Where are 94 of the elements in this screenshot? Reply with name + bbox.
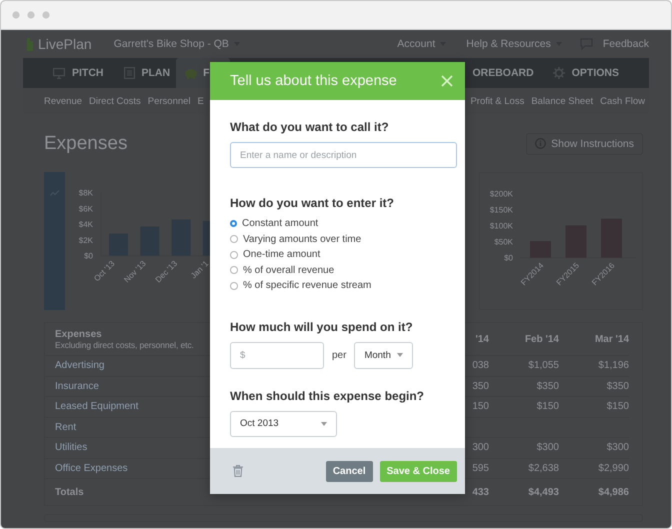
question-label: When should this expense begin? bbox=[230, 388, 424, 402]
y-tick-label: $0 bbox=[504, 254, 514, 263]
y-tick-label: $4K bbox=[78, 220, 94, 230]
radio-button[interactable] bbox=[230, 282, 238, 290]
table-cell: $1,196 bbox=[598, 360, 629, 372]
column-header: Feb '14 bbox=[524, 334, 559, 344]
radio-option[interactable]: Varying amounts over time bbox=[230, 232, 372, 247]
table-cell: $2,990 bbox=[598, 462, 629, 474]
table-cell: 150 bbox=[472, 401, 489, 412]
subnav-link[interactable]: Direct Costs bbox=[89, 96, 141, 107]
window-buttons-icon bbox=[12, 11, 50, 19]
save-close-button[interactable]: Save & Close bbox=[380, 460, 457, 482]
radio-button[interactable] bbox=[230, 250, 238, 259]
amount-input[interactable]: $ bbox=[230, 342, 324, 368]
gear-icon bbox=[552, 67, 565, 79]
radio-button[interactable] bbox=[230, 220, 237, 228]
monitor-icon bbox=[53, 68, 65, 78]
info-icon bbox=[535, 138, 546, 149]
top-menu[interactable]: Help & Resources bbox=[466, 38, 562, 50]
cancel-button[interactable]: Cancel bbox=[326, 460, 373, 482]
per-label: per bbox=[332, 350, 346, 360]
show-instructions-button[interactable]: Show Instructions bbox=[526, 132, 643, 154]
expense-link[interactable]: Rent bbox=[55, 422, 76, 433]
table-cell: $150 bbox=[536, 401, 559, 412]
question-label: What do you want to call it? bbox=[230, 120, 389, 134]
y-tick-label: $150K bbox=[490, 206, 514, 215]
y-tick-label: $100K bbox=[490, 222, 514, 231]
nav-tab[interactable]: PITCH bbox=[43, 58, 114, 88]
page-title: Expenses bbox=[44, 132, 128, 154]
logo-icon bbox=[26, 36, 34, 52]
x-axis-label: Dec '13 bbox=[154, 259, 180, 284]
caret-icon bbox=[397, 353, 404, 357]
table-cell: $4,986 bbox=[598, 486, 629, 498]
total-label: Totals bbox=[55, 486, 84, 498]
dialog-title: Tell us about this expense bbox=[230, 73, 398, 89]
question-label: How do you want to enter it? bbox=[230, 196, 394, 210]
x-axis-label: Jan '1 bbox=[189, 259, 210, 280]
x-axis-label: Nov '13 bbox=[122, 259, 148, 284]
name-input[interactable]: Enter a name or description bbox=[230, 142, 457, 168]
radio-button[interactable] bbox=[230, 235, 238, 244]
trash-icon bbox=[233, 465, 243, 477]
close-icon bbox=[441, 75, 453, 87]
caret-icon bbox=[321, 422, 327, 426]
expense-link[interactable]: Insurance bbox=[55, 380, 99, 392]
expense-link[interactable]: Utilities bbox=[55, 442, 88, 454]
column-header: '14 bbox=[475, 334, 489, 344]
list-icon bbox=[124, 67, 134, 79]
table-cell: $300 bbox=[606, 442, 629, 454]
subnav-link[interactable]: Profit & Loss bbox=[470, 96, 524, 107]
radio-option[interactable]: Constant amount bbox=[230, 216, 372, 232]
table-cell: 300 bbox=[472, 442, 489, 454]
table-cell: $1,055 bbox=[528, 360, 559, 372]
y-tick-label: $2K bbox=[78, 236, 94, 245]
subnav-link[interactable]: Balance Sheet bbox=[531, 96, 594, 107]
table-cell: $350 bbox=[606, 380, 629, 392]
expense-link[interactable]: Leased Equipment bbox=[55, 401, 138, 412]
y-tick-label: $0 bbox=[84, 252, 94, 261]
column-header: Mar '14 bbox=[594, 334, 629, 344]
table-cell: $2,638 bbox=[528, 462, 559, 474]
subnav-link[interactable]: Personnel bbox=[148, 96, 191, 107]
table-subtitle: Excluding direct costs, personnel, etc. bbox=[55, 340, 194, 350]
radio-option[interactable]: % of overall revenue bbox=[230, 262, 372, 278]
subnav-link[interactable]: Revenue bbox=[44, 96, 82, 107]
y-tick-label: $50K bbox=[494, 238, 514, 247]
table-title: Expenses bbox=[55, 328, 102, 340]
table-cell: $300 bbox=[536, 442, 559, 454]
start-date-select[interactable]: Oct 2013 bbox=[230, 410, 337, 436]
table-cell: 595 bbox=[472, 462, 489, 474]
top-menu[interactable]: Account bbox=[397, 38, 446, 50]
delete-button[interactable] bbox=[231, 463, 245, 479]
question-label: How much will you spend on it? bbox=[230, 320, 413, 334]
app-logo[interactable]: LivePlan bbox=[38, 36, 92, 52]
x-axis-label: Oct '13 bbox=[92, 259, 116, 284]
expense-link[interactable]: Advertising bbox=[55, 360, 104, 372]
table-cell: $350 bbox=[536, 380, 559, 392]
table-cell: $150 bbox=[606, 401, 629, 412]
nav-tab[interactable]: OREBOARD bbox=[472, 58, 543, 88]
table-cell: 350 bbox=[472, 380, 489, 392]
subnav-link[interactable]: E bbox=[198, 96, 204, 107]
expense-link[interactable]: Office Expenses bbox=[55, 462, 128, 474]
subnav-link[interactable]: Cash Flow bbox=[600, 96, 645, 107]
radio-option[interactable]: One-time amount bbox=[230, 247, 372, 262]
table-cell: 038 bbox=[472, 360, 489, 372]
y-tick-label: $8K bbox=[78, 188, 94, 198]
business-menu[interactable]: Garrett's Bike Shop - QB bbox=[114, 38, 240, 50]
nav-tab[interactable]: OPTIONS bbox=[542, 58, 629, 88]
table-cell: 433 bbox=[472, 486, 489, 498]
y-tick-label: $6K bbox=[78, 204, 94, 214]
radio-button[interactable] bbox=[230, 266, 238, 274]
period-select[interactable]: Month bbox=[354, 342, 414, 368]
table-cell: $4,493 bbox=[528, 486, 559, 498]
radio-option[interactable]: % of specific revenue stream bbox=[230, 278, 372, 294]
feedback-link[interactable]: Feedback bbox=[602, 38, 649, 50]
y-tick-label: $200K bbox=[490, 190, 514, 199]
